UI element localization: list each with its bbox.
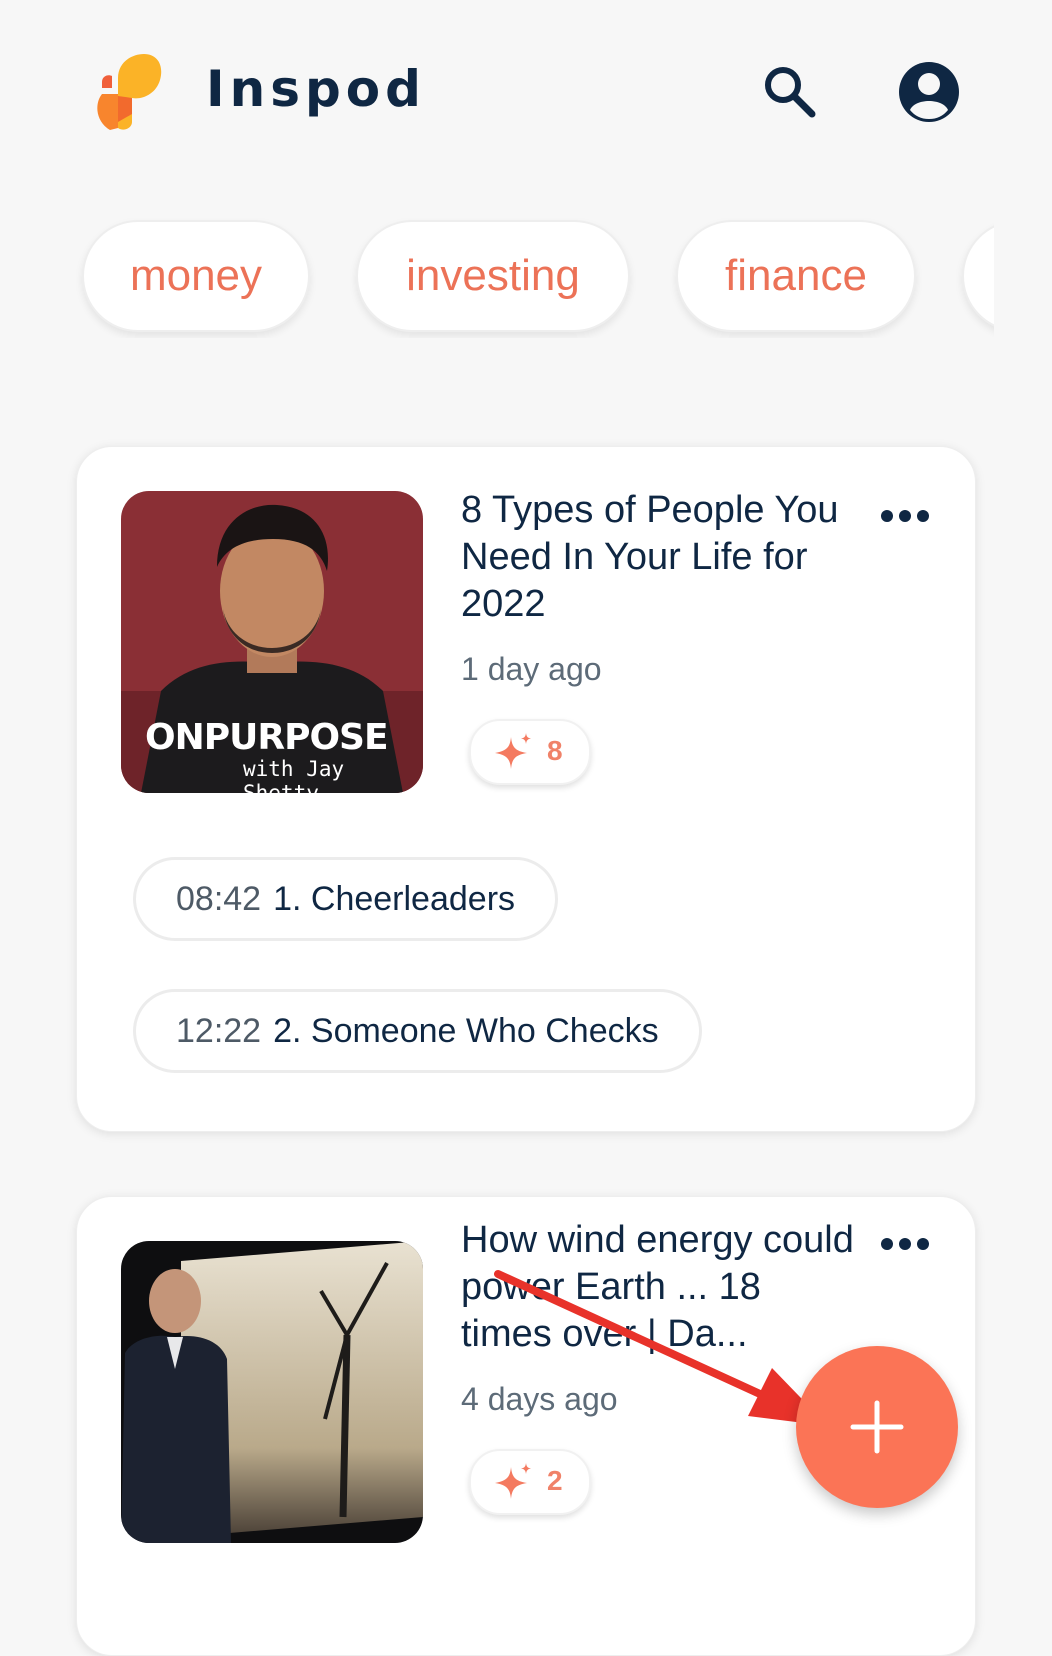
tag-partial[interactable]	[962, 220, 994, 332]
chapter-item[interactable]: 12:22 2. Someone Who Checks	[133, 989, 702, 1073]
app-title: Inspod	[206, 60, 426, 118]
sparkle-count-pill[interactable]: 8	[469, 719, 591, 785]
more-options-icon[interactable]	[877, 1229, 933, 1259]
chapter-title: 2. Someone Who Checks	[273, 1011, 659, 1050]
tag-investing[interactable]: investing	[356, 220, 630, 332]
sparkle-count: 8	[547, 735, 563, 766]
add-fab-button[interactable]	[796, 1346, 958, 1508]
episode-cover-image	[121, 1241, 423, 1543]
podcast-logo-subtext: with Jay Shetty	[243, 757, 345, 793]
episode-age: 1 day ago	[461, 651, 602, 687]
account-icon[interactable]	[897, 60, 961, 124]
chapter-time: 08:42	[176, 879, 262, 918]
sparkle-icon	[495, 733, 531, 769]
episode-title[interactable]: How wind energy could power Earth ... 18…	[461, 1217, 861, 1358]
search-icon[interactable]	[760, 62, 820, 122]
chapter-title: 1. Cheerleaders	[273, 879, 516, 918]
podcast-logo-text: ONPURPOSE	[145, 717, 389, 758]
episode-age: 4 days ago	[461, 1381, 618, 1417]
tag-bar: money investing finance	[0, 218, 994, 338]
episode-card[interactable]: ONPURPOSE with Jay Shetty 8 Types of Peo…	[76, 446, 976, 1132]
sparkle-count: 2	[547, 1465, 563, 1496]
chapter-item[interactable]: 08:42 1. Cheerleaders	[133, 857, 559, 941]
sparkle-count-pill[interactable]: 2	[469, 1449, 591, 1515]
chapter-time: 12:22	[176, 1011, 262, 1050]
tag-money[interactable]: money	[82, 220, 310, 332]
tag-finance[interactable]: finance	[676, 220, 916, 332]
plus-icon	[850, 1400, 904, 1454]
sparkle-icon	[495, 1463, 531, 1499]
episode-title[interactable]: 8 Types of People You Need In Your Life …	[461, 487, 861, 628]
inspod-logo	[97, 54, 162, 130]
app-header: Inspod	[0, 0, 1052, 190]
podcast-cover-image: ONPURPOSE with Jay Shetty	[121, 491, 423, 793]
more-options-icon[interactable]	[877, 501, 933, 531]
